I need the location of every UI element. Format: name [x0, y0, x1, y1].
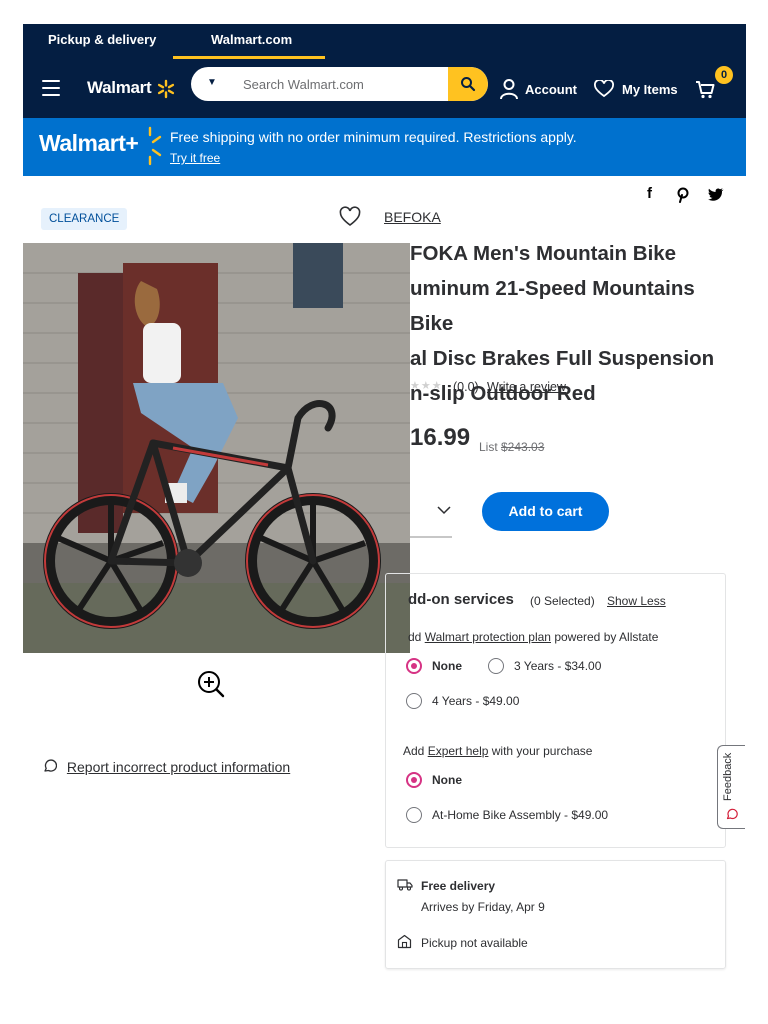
protection-3yr-radio[interactable]: [488, 658, 504, 674]
search-bar: ▼: [191, 67, 488, 101]
pickup-status: Pickup not available: [421, 936, 528, 950]
promo-text: Free shipping with no order minimum requ…: [170, 129, 577, 145]
expert-none-label: None: [432, 773, 462, 787]
report-link[interactable]: Report incorrect product information: [67, 759, 290, 775]
bike-assembly-radio[interactable]: [406, 807, 422, 823]
active-tab-indicator: [173, 56, 325, 59]
protection-none-radio[interactable]: [406, 658, 422, 674]
heart-icon: [594, 80, 614, 98]
my-items-label: My Items: [622, 81, 678, 97]
protection-suffix: powered by Allstate: [554, 630, 659, 644]
services-selected-count: (0 Selected): [530, 594, 595, 608]
services-title: dd-on services: [408, 591, 514, 608]
add-to-cart-button[interactable]: Add to cart: [482, 492, 609, 531]
cart-count-badge: 0: [715, 66, 733, 84]
facebook-icon[interactable]: f: [647, 185, 652, 202]
chevron-down-icon[interactable]: [436, 502, 452, 518]
search-button[interactable]: [448, 67, 488, 101]
comment-icon: [44, 759, 58, 772]
protection-3yr-label: 3 Years - $34.00: [514, 659, 602, 673]
expert-help-line: Add Expert help with your purchase: [403, 744, 592, 758]
feedback-tab[interactable]: Feedback: [717, 745, 745, 829]
list-price-label: List: [479, 440, 498, 454]
store-icon: [397, 934, 412, 949]
write-review-link[interactable]: Write a review: [487, 380, 566, 394]
protection-none-label: None: [432, 659, 462, 673]
protection-plan-link[interactable]: Walmart protection plan: [425, 630, 551, 644]
protection-plan-line: dd Walmart protection plan powered by Al…: [408, 630, 658, 644]
list-price: $243.03: [501, 440, 545, 454]
protection-prefix: dd: [408, 630, 422, 644]
fulfillment-panel: Free delivery Arrives by Friday, Apr 9 P…: [385, 860, 726, 969]
menu-icon[interactable]: [42, 80, 60, 96]
expert-none-radio[interactable]: [406, 772, 422, 788]
tab-walmart-com[interactable]: Walmart.com: [211, 32, 292, 47]
arrival-date: Arrives by Friday, Apr 9: [421, 900, 545, 914]
clearance-badge: CLEARANCE: [41, 208, 128, 230]
account-label: Account: [525, 81, 577, 97]
expert-suffix: with your purchase: [491, 744, 593, 758]
show-less-link[interactable]: Show Less: [607, 594, 666, 608]
walmart-plus-logo: Walmart+: [39, 130, 139, 156]
top-tab-bar: Pickup & delivery Walmart.com: [23, 24, 746, 60]
twitter-icon[interactable]: [708, 188, 724, 201]
title-line: al Disc Brakes Full Suspension: [410, 347, 715, 370]
rating-value: (0.0): [453, 380, 479, 394]
user-icon: [500, 79, 518, 100]
favorite-heart-icon[interactable]: [339, 206, 361, 228]
my-items-button[interactable]: My Items: [594, 72, 678, 106]
feedback-label: Feedback: [722, 752, 734, 801]
walmart-plus-banner: Walmart+ Free shipping with no order min…: [23, 118, 746, 176]
title-line: FOKA Men's Mountain Bike: [410, 242, 677, 265]
bike-assembly-label: At-Home Bike Assembly - $49.00: [432, 808, 609, 822]
rating-stars-icon: ★★★: [410, 380, 443, 392]
spark-icon: [148, 126, 162, 166]
tab-pickup-delivery[interactable]: Pickup & delivery: [48, 32, 156, 47]
cart-icon: [696, 81, 715, 99]
truck-icon: [397, 879, 413, 891]
product-photo-bike: [23, 243, 410, 653]
add-on-services-panel: dd-on services (0 Selected) Show Less dd…: [385, 573, 726, 848]
current-price: 16.99: [410, 424, 471, 451]
walmart-logo[interactable]: Walmart: [87, 78, 152, 98]
expert-help-link[interactable]: Expert help: [428, 744, 489, 758]
department-dropdown-icon[interactable]: ▼: [207, 77, 217, 88]
cart-button[interactable]: [694, 72, 716, 106]
brand-link[interactable]: BEFOKA: [384, 209, 441, 225]
expert-prefix: Add: [403, 744, 425, 758]
main-header: Walmart ▼ Account My Items 0: [23, 60, 746, 118]
free-delivery-label: Free delivery: [421, 879, 496, 893]
pinterest-icon[interactable]: [676, 187, 690, 203]
protection-4yr-radio[interactable]: [406, 693, 422, 709]
quantity-selector-underline: [410, 536, 452, 538]
comment-icon: [726, 808, 738, 820]
spark-icon: [157, 79, 175, 99]
zoom-in-icon[interactable]: [194, 667, 228, 701]
account-button[interactable]: Account: [499, 72, 577, 106]
search-icon: [461, 77, 476, 92]
search-input[interactable]: [243, 67, 443, 101]
try-it-free-link[interactable]: Try it free: [170, 151, 220, 165]
product-image[interactable]: [23, 243, 410, 653]
report-incorrect-info[interactable]: Report incorrect product information: [43, 759, 290, 775]
title-line: uminum 21-Speed Mountains Bike: [410, 277, 695, 335]
protection-4yr-label: 4 Years - $49.00: [432, 694, 520, 708]
